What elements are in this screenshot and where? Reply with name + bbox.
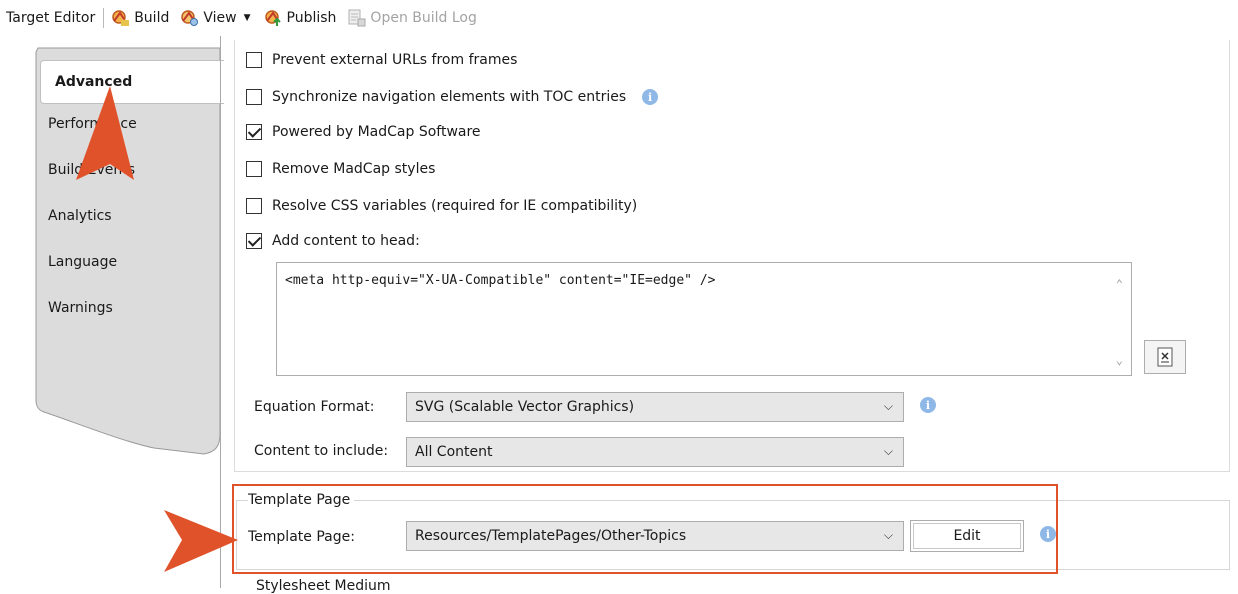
document-icon	[1157, 347, 1173, 367]
view-button[interactable]: View ▼	[179, 9, 252, 27]
toolbar: Target Editor Build View ▼ Publish Open …	[0, 0, 1238, 36]
add-head-option[interactable]: Add content to head:	[246, 233, 420, 249]
chevron-down-icon: ⌵	[883, 399, 893, 413]
sync-navigation-checkbox[interactable]	[246, 89, 262, 105]
view-icon	[179, 9, 199, 27]
info-icon[interactable]: i	[642, 89, 659, 105]
toolbar-separator	[103, 8, 105, 28]
tab-language[interactable]: Language	[34, 240, 220, 284]
resolve-css-label: Resolve CSS variables (required for IE c…	[272, 198, 638, 214]
sync-navigation-label: Synchronize navigation elements with TOC…	[272, 89, 627, 105]
head-content-textarea[interactable]: <meta http-equiv="X-UA-Compatible" conte…	[276, 262, 1132, 376]
log-icon	[346, 9, 366, 27]
scroll-up-icon[interactable]: ⌃	[1116, 277, 1123, 291]
prevent-external-urls-option[interactable]: Prevent external URLs from frames	[246, 52, 517, 68]
publish-label: Publish	[286, 10, 337, 26]
annotation-arrow-right-icon	[164, 510, 238, 572]
chevron-down-icon: ⌵	[883, 444, 893, 458]
stylesheet-medium-label: Stylesheet Medium	[256, 578, 391, 594]
sync-navigation-option[interactable]: Synchronize navigation elements with TOC…	[246, 89, 659, 105]
highlight-box	[232, 484, 1058, 574]
head-content-text: <meta http-equiv="X-UA-Compatible" conte…	[285, 273, 716, 288]
equation-format-value: SVG (Scalable Vector Graphics)	[415, 399, 635, 415]
scroll-down-icon[interactable]: ⌄	[1116, 353, 1123, 367]
open-build-log-button[interactable]: Open Build Log	[346, 9, 477, 27]
publish-icon	[263, 9, 283, 27]
resolve-css-option[interactable]: Resolve CSS variables (required for IE c…	[246, 198, 637, 214]
build-button[interactable]: Build	[110, 9, 169, 27]
remove-styles-label: Remove MadCap styles	[272, 161, 436, 177]
powered-by-checkbox[interactable]	[246, 124, 262, 140]
publish-button[interactable]: Publish	[263, 9, 337, 27]
prevent-external-urls-label: Prevent external URLs from frames	[272, 52, 518, 68]
content-to-include-value: All Content	[415, 444, 493, 460]
resolve-css-checkbox[interactable]	[246, 198, 262, 214]
tab-analytics[interactable]: Analytics	[34, 194, 220, 238]
remove-styles-option[interactable]: Remove MadCap styles	[246, 161, 435, 177]
build-icon	[110, 9, 130, 27]
equation-format-select[interactable]: SVG (Scalable Vector Graphics) ⌵	[406, 392, 904, 422]
add-head-label: Add content to head:	[272, 233, 420, 249]
view-label: View	[203, 10, 237, 26]
powered-by-option[interactable]: Powered by MadCap Software	[246, 124, 481, 140]
content-to-include-label: Content to include:	[254, 443, 389, 459]
tab-warnings[interactable]: Warnings	[34, 286, 220, 330]
editor-title: Target Editor	[6, 10, 96, 26]
remove-styles-checkbox[interactable]	[246, 161, 262, 177]
info-icon[interactable]: i	[920, 397, 936, 413]
build-label: Build	[134, 10, 170, 26]
add-head-checkbox[interactable]	[246, 233, 262, 249]
open-build-log-label: Open Build Log	[370, 10, 477, 26]
powered-by-label: Powered by MadCap Software	[272, 124, 481, 140]
annotation-arrow-up-icon	[76, 86, 134, 180]
prevent-external-urls-checkbox[interactable]	[246, 52, 262, 68]
equation-format-label: Equation Format:	[254, 399, 375, 415]
content-to-include-select[interactable]: All Content ⌵	[406, 437, 904, 467]
view-dropdown-icon[interactable]: ▼	[244, 13, 251, 23]
insert-file-button[interactable]	[1144, 340, 1186, 374]
